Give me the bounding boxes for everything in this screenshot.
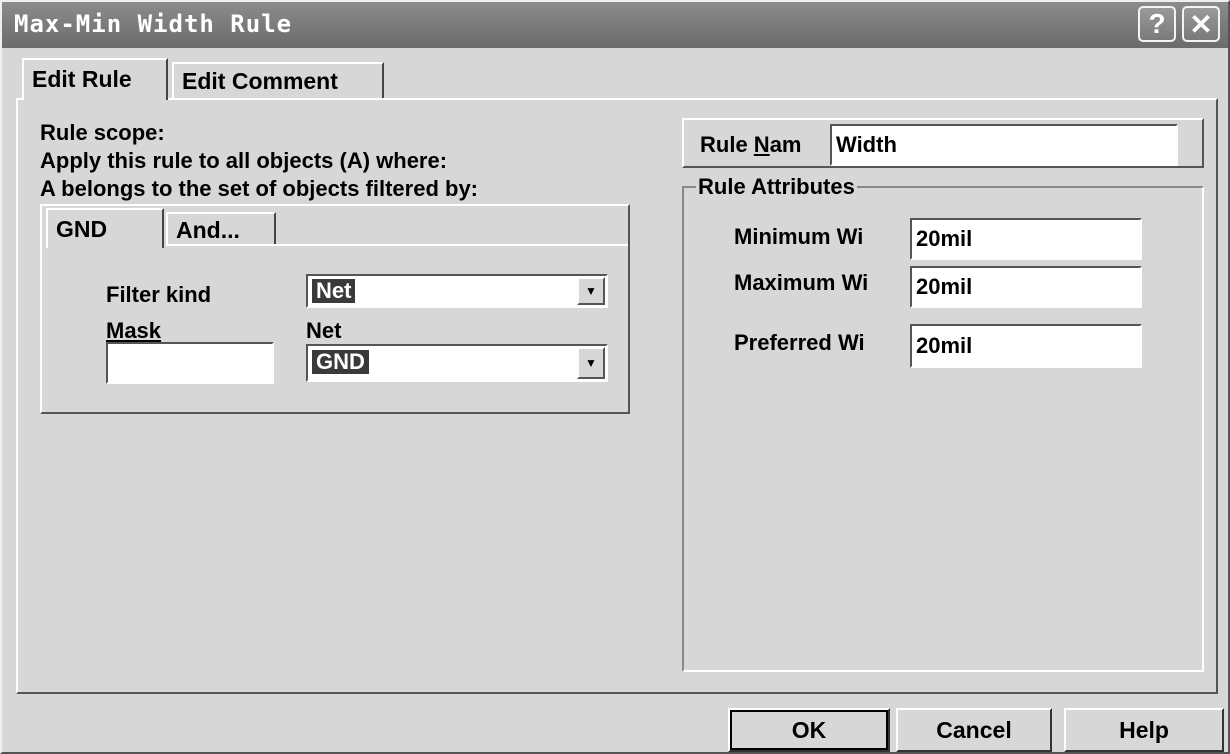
filter-kind-value: Net: [312, 279, 356, 303]
chevron-down-icon[interactable]: ▼: [577, 277, 605, 305]
filter-tab-and-label: And...: [176, 217, 240, 243]
rule-attributes-label: Rule Attributes: [696, 174, 857, 200]
filter-kind-label: Filter kind: [106, 282, 212, 307]
tab-edit-comment[interactable]: Edit Comment: [172, 62, 384, 98]
minimum-width-label: Minimum Wi: [734, 224, 864, 249]
mask-label-text: Mask: [106, 318, 162, 343]
rule-name-label: Rule Nam: [700, 132, 801, 158]
ok-button[interactable]: OK: [728, 708, 890, 752]
rule-scope-label: Rule scope:: [40, 120, 165, 145]
rule-name-label-accel: N: [753, 132, 770, 157]
maximum-width-label: Maximum Wi: [734, 270, 869, 295]
active-tab-join: [24, 96, 166, 102]
mask-label: Mask: [106, 318, 161, 344]
net-select[interactable]: GND ▼: [306, 344, 608, 382]
net-value: GND: [312, 350, 369, 374]
filter-set-text: A belongs to the set of objects filtered…: [40, 176, 479, 201]
help-button[interactable]: Help: [1064, 708, 1224, 752]
filter-tab-and[interactable]: And...: [166, 212, 276, 244]
rule-name-label-prefix: Rule: [700, 132, 754, 157]
window-title: Max-Min Width Rule: [14, 10, 293, 38]
help-icon[interactable]: ?: [1138, 6, 1176, 42]
preferred-width-label: Preferred Wi: [734, 330, 865, 355]
apply-rule-text: Apply this rule to all objects (A) where…: [40, 148, 448, 173]
title-bar[interactable]: Max-Min Width Rule ? ✕: [2, 2, 1228, 48]
maximum-width-input[interactable]: 20mil: [910, 266, 1142, 308]
chevron-down-icon[interactable]: ▼: [577, 347, 605, 379]
tab-edit-rule-label: Edit Rule: [32, 66, 132, 92]
tab-edit-rule[interactable]: Edit Rule: [22, 58, 168, 100]
filter-tab-gnd[interactable]: GND: [46, 208, 164, 248]
minimum-width-input[interactable]: 20mil: [910, 218, 1142, 260]
rule-name-input[interactable]: Width: [830, 124, 1178, 166]
filter-tab-gnd-label: GND: [56, 216, 108, 242]
net-label: Net: [306, 318, 342, 343]
dialog-window: Max-Min Width Rule ? ✕ Edit Rule Edit Co…: [0, 0, 1230, 754]
mask-input[interactable]: [106, 342, 274, 384]
close-icon[interactable]: ✕: [1182, 6, 1220, 42]
rule-name-label-suffix: am: [769, 132, 802, 157]
preferred-width-input[interactable]: 20mil: [910, 324, 1142, 368]
tab-edit-comment-label: Edit Comment: [182, 68, 338, 94]
filter-kind-select[interactable]: Net ▼: [306, 274, 608, 308]
cancel-button[interactable]: Cancel: [896, 708, 1052, 752]
